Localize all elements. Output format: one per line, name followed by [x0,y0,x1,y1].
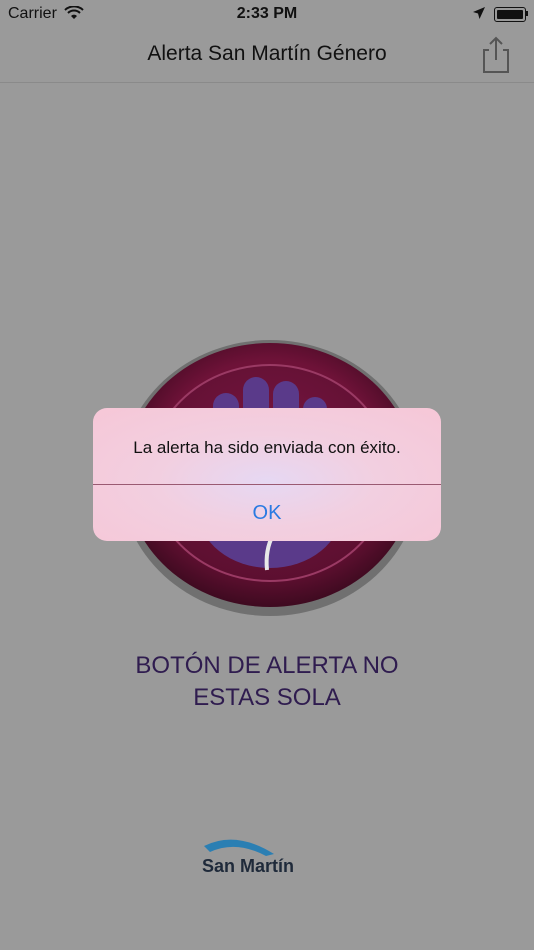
logo-text: San Martín [202,856,295,876]
battery-tip [526,11,528,16]
ok-button[interactable]: OK [93,485,441,541]
battery-icon [494,7,526,22]
dialog-message: La alerta ha sido enviada con éxito. [133,438,401,457]
caption-line-1: BOTÓN DE ALERTA NO [135,652,399,679]
alert-caption: BOTÓN DE ALERTA NO ESTAS SOLA [0,650,534,714]
caption-line-2: ESTAS SOLA [193,684,341,711]
location-arrow-icon [473,7,485,19]
share-icon[interactable] [480,36,512,74]
page-title: Alerta San Martín Género [147,42,387,65]
status-bar: Carrier 2:33 PM [0,0,534,28]
status-time: 2:33 PM [236,5,298,22]
navigation-bar: Alerta San Martín Género [0,28,534,83]
alert-dialog: La alerta ha sido enviada con éxito. OK [93,408,441,541]
